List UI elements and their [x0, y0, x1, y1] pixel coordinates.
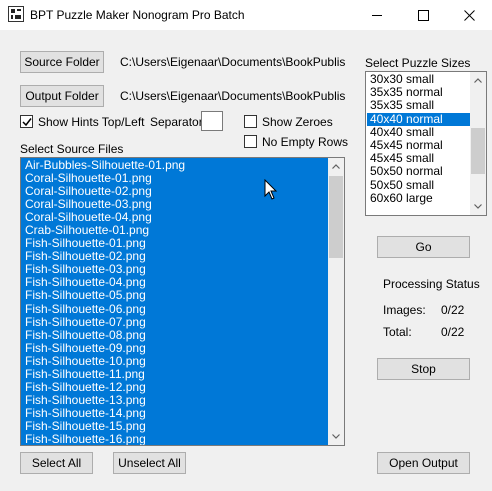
select-all-button[interactable]: Select All: [20, 452, 93, 474]
source-file-item[interactable]: Fish-Silhouette-12.png: [22, 380, 328, 394]
no-empty-rows-checkbox[interactable]: [244, 135, 257, 148]
no-empty-rows-label: No Empty Rows: [262, 135, 349, 149]
minimize-button[interactable]: [354, 0, 400, 30]
go-button[interactable]: Go: [377, 236, 470, 258]
close-icon: [463, 9, 475, 21]
source-path: C:\Users\Eigenaar\Documents\BookPublishe…: [120, 55, 346, 69]
open-output-button[interactable]: Open Output: [377, 452, 470, 474]
mouse-cursor-icon: [264, 179, 278, 200]
output-folder-button[interactable]: Output Folder: [20, 85, 104, 107]
files-scrollbar[interactable]: [328, 158, 344, 445]
maximize-icon: [417, 9, 429, 21]
source-files-items: Air-Bubbles-Silhouette-01.png Coral-Silho…: [22, 158, 328, 445]
output-path: C:\Users\Eigenaar\Documents\BookPublishe…: [120, 89, 346, 103]
sizes-scrollbar[interactable]: [470, 72, 486, 215]
source-file-item[interactable]: Fish-Silhouette-09.png: [22, 341, 328, 355]
puzzle-size-item[interactable]: 60x60 large: [367, 191, 470, 205]
source-file-item[interactable]: Fish-Silhouette-13.png: [22, 393, 328, 407]
puzzle-size-item[interactable]: 40x40 normal: [367, 112, 470, 126]
show-zeroes-checkbox[interactable]: [244, 115, 257, 128]
files-scroll-thumb[interactable]: [329, 176, 343, 258]
source-file-item[interactable]: Fish-Silhouette-11.png: [22, 367, 328, 381]
show-hints-checkbox[interactable]: [20, 115, 33, 128]
show-hints-label: Show Hints Top/Left: [38, 115, 145, 129]
puzzle-size-item[interactable]: 50x50 normal: [367, 165, 470, 178]
unselect-all-button[interactable]: Unselect All: [113, 452, 186, 474]
source-file-item[interactable]: Fish-Silhouette-10.png: [22, 354, 328, 368]
close-button[interactable]: [446, 0, 492, 30]
source-files-list[interactable]: Air-Bubbles-Silhouette-01.png Coral-Silho…: [20, 157, 345, 446]
app-icon: [8, 6, 24, 22]
images-label: Images:: [383, 303, 426, 317]
source-file-item[interactable]: Fish-Silhouette-08.png: [22, 328, 328, 342]
separator-label: Separator: [150, 115, 203, 129]
separator-input[interactable]: [201, 111, 223, 131]
total-value: 0/22: [441, 325, 465, 339]
processing-status-heading: Processing Status: [383, 277, 480, 291]
checkmark-icon: [21, 117, 32, 126]
minimize-icon: [372, 14, 382, 16]
stop-button[interactable]: Stop: [377, 358, 470, 380]
show-zeroes-label: Show Zeroes: [262, 115, 333, 129]
scroll-up-arrow-icon[interactable]: [328, 158, 344, 175]
sizes-scroll-thumb[interactable]: [471, 128, 485, 174]
window-title: BPT Puzzle Maker Nonogram Pro Batch: [30, 8, 245, 22]
puzzle-sizes-list[interactable]: 30x30 small 35x35 normal 35x35 small 40x40 …: [365, 71, 487, 216]
puzzle-size-item[interactable]: 35x35 small: [367, 99, 470, 112]
images-value: 0/22: [441, 303, 465, 317]
puzzle-size-item[interactable]: 50x50 small: [367, 178, 470, 192]
total-label: Total:: [383, 325, 412, 339]
source-file-item[interactable]: Fish-Silhouette-05.png: [22, 289, 328, 303]
puzzle-sizes-items: 30x30 small 35x35 normal 35x35 small 40x40 …: [367, 72, 470, 205]
puzzle-size-item[interactable]: 40x40 small: [367, 125, 470, 139]
scroll-down-arrow-icon[interactable]: [328, 428, 344, 445]
source-folder-button[interactable]: Source Folder: [20, 51, 104, 73]
sizes-scroll-up-arrow-icon[interactable]: [470, 72, 486, 89]
source-files-label: Select Source Files: [20, 142, 124, 156]
source-file-item[interactable]: Fish-Silhouette-16.png: [22, 432, 328, 445]
source-file-item[interactable]: Fish-Silhouette-14.png: [22, 406, 328, 420]
maximize-button[interactable]: [400, 0, 446, 30]
source-file-item[interactable]: Fish-Silhouette-06.png: [22, 302, 328, 316]
sizes-scroll-down-arrow-icon[interactable]: [470, 198, 486, 215]
puzzle-sizes-label: Select Puzzle Sizes: [365, 56, 471, 70]
source-file-item[interactable]: Fish-Silhouette-07.png: [22, 315, 328, 329]
